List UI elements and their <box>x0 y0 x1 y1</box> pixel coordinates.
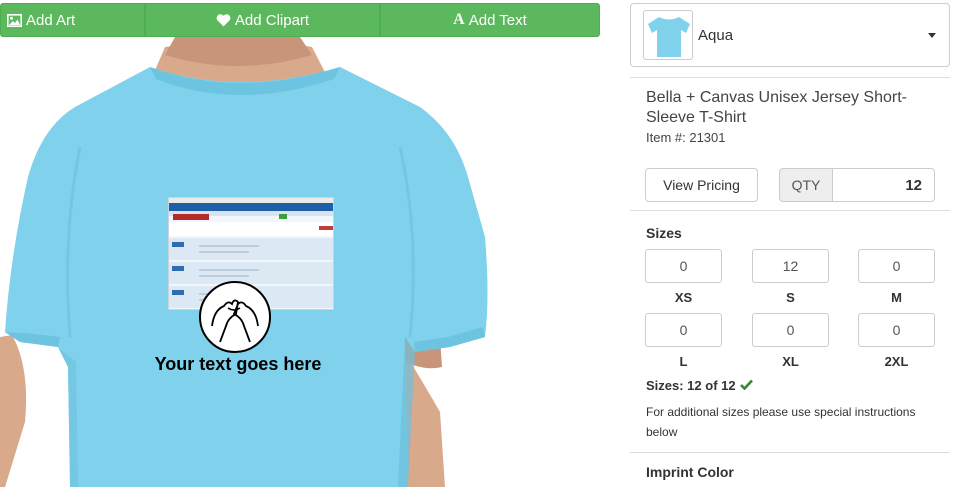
sizes-note: For additional sizes please use special … <box>646 405 916 439</box>
image-icon <box>7 13 22 27</box>
checkmark-icon <box>739 377 753 393</box>
add-text-button[interactable]: A Add Text <box>380 3 600 37</box>
sizes-summary: Sizes: 12 of 12 <box>646 377 753 393</box>
size-l-input[interactable] <box>645 313 722 347</box>
size-xs-label: XS <box>674 290 693 305</box>
color-dropdown[interactable]: Aqua <box>630 3 950 67</box>
sizes-title: Sizes <box>646 225 682 241</box>
item-number: Item #: 21301 <box>646 130 726 145</box>
add-clipart-button[interactable]: Add Clipart <box>145 3 380 37</box>
divider <box>630 452 950 453</box>
size-m-label: M <box>891 290 902 305</box>
add-art-button[interactable]: Add Art <box>0 3 145 37</box>
chevron-down-icon <box>928 33 936 38</box>
size-s-label: S <box>786 290 795 305</box>
divider <box>630 77 950 78</box>
qty-input[interactable] <box>832 168 935 202</box>
qty-label: QTY <box>779 168 833 202</box>
product-title: Bella + Canvas Unisex Jersey Short-Sleev… <box>646 89 907 126</box>
design-toolbar: Add Art Add Clipart A Add Text <box>0 3 600 37</box>
add-clipart-label: Add Clipart <box>234 11 310 29</box>
size-2xl-label: 2XL <box>884 354 909 369</box>
heart-icon <box>216 13 231 27</box>
design-canvas[interactable]: Your text goes here <box>0 37 600 487</box>
size-l-label: L <box>679 354 688 369</box>
sizes-summary-text: Sizes: 12 of 12 <box>646 377 736 393</box>
font-icon: A <box>453 11 465 28</box>
size-xs-input[interactable] <box>645 249 722 283</box>
product-panel: Aqua Bella + Canvas Unisex Jersey Short-… <box>630 0 950 487</box>
imprint-color-title: Imprint Color <box>646 464 734 480</box>
hands-logo-art[interactable] <box>198 280 272 354</box>
add-art-label: Add Art <box>26 11 76 29</box>
add-text-label: Add Text <box>468 11 527 29</box>
size-m-input[interactable] <box>858 249 935 283</box>
designer-page: Add Art Add Clipart A Add Text Your text… <box>0 0 965 487</box>
text-layer[interactable]: Your text goes here <box>120 354 356 375</box>
size-2xl-input[interactable] <box>858 313 935 347</box>
size-xl-label: XL <box>782 354 799 369</box>
size-xl-input[interactable] <box>752 313 829 347</box>
selected-color: Aqua <box>698 26 734 44</box>
color-swatch <box>643 10 693 60</box>
view-pricing-button[interactable]: View Pricing <box>645 168 758 202</box>
divider <box>630 210 950 211</box>
size-s-input[interactable] <box>752 249 829 283</box>
